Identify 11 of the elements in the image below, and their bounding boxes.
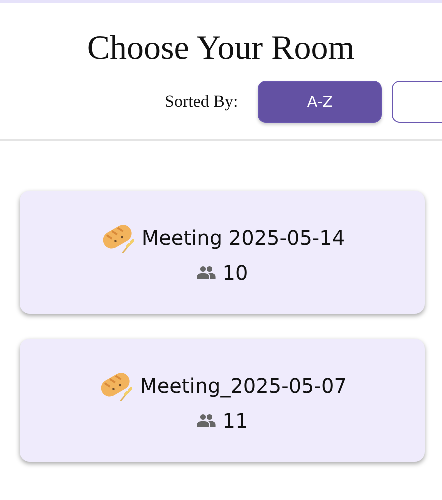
- page-title: Choose Your Room: [86, 29, 356, 69]
- people-icon: [196, 414, 216, 427]
- room-card[interactable]: Meeting_2025-05-07 11: [20, 339, 425, 462]
- sort-label: Sorted By:: [165, 92, 238, 112]
- room-name: Meeting_2025-05-07: [140, 374, 347, 398]
- people-icon: [196, 266, 216, 279]
- member-count: 10: [222, 260, 248, 284]
- sort-button[interactable]: A-Z: [258, 81, 382, 123]
- member-count: 11: [222, 408, 248, 432]
- room-card[interactable]: Meeting 2025-05-14 10: [20, 191, 425, 314]
- room-name: Meeting 2025-05-14: [142, 226, 346, 250]
